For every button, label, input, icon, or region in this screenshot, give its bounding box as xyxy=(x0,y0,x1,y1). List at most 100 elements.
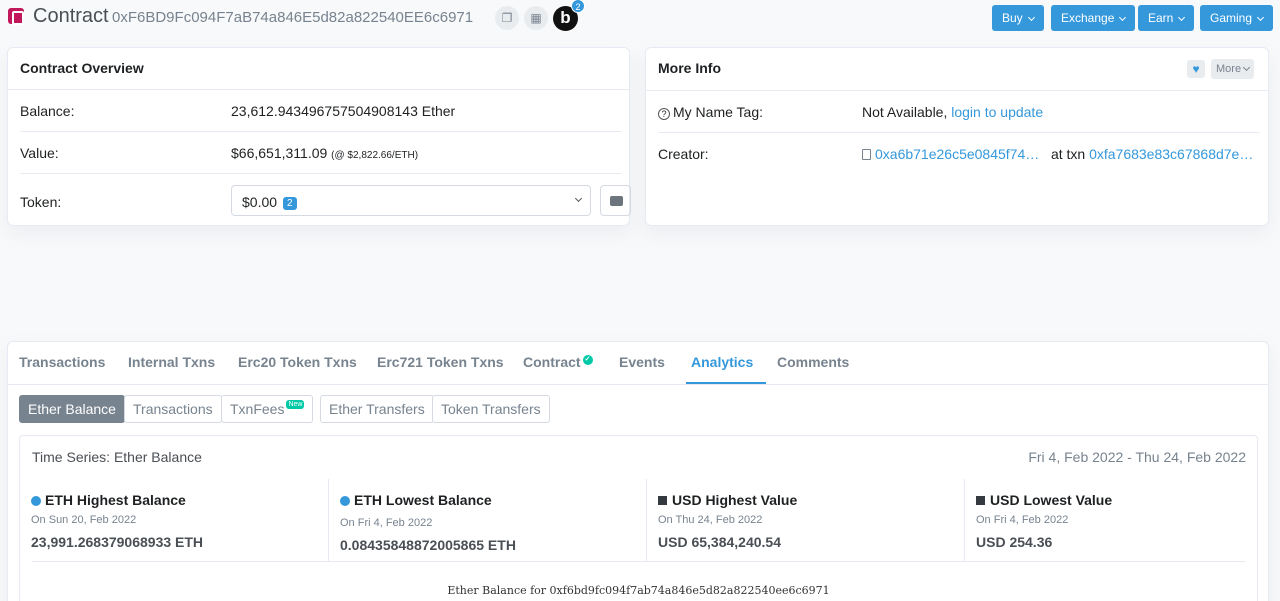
contract-address: 0xF6BD9Fc094F7aB74a846E5d82a822540EE6c69… xyxy=(112,9,474,26)
tab-contract-label: Contract xyxy=(523,354,581,370)
creator-at-txn: at txn xyxy=(1050,146,1086,162)
earn-label: Earn xyxy=(1148,11,1174,25)
dot-icon xyxy=(31,496,41,506)
blockscan-label: b xyxy=(560,8,571,27)
subtab-txnfees-label: TxnFees xyxy=(230,401,285,417)
login-to-update-link[interactable]: login to update xyxy=(951,104,1043,120)
file-icon xyxy=(862,149,871,160)
wallet-icon xyxy=(610,196,623,206)
gaming-label: Gaming xyxy=(1210,11,1253,25)
more-info-card: More Info ♥ More ? My Name Tag: Not Avail… xyxy=(645,47,1269,226)
creator-row: Creator: 0xa6b71e26c5e0845f74… at txn 0x… xyxy=(658,133,1260,175)
earn-menu-button[interactable]: Earn xyxy=(1138,5,1195,31)
stat-date: On Fri 4, Feb 2022 xyxy=(340,517,433,529)
token-count-badge: 2 xyxy=(283,197,297,210)
tab-transactions[interactable]: Transactions xyxy=(19,354,105,370)
stat-usd-lowest: USD Lowest Value On Fri 4, Feb 2022 USD … xyxy=(964,479,1258,561)
subtab-ether-transfers[interactable]: Ether Transfers xyxy=(320,395,434,423)
more-label: More xyxy=(1216,63,1242,75)
stat-eth-highest: ETH Highest Balance On Sun 20, Feb 2022 … xyxy=(20,479,338,561)
divider xyxy=(32,561,1245,562)
more-info-title: More Info xyxy=(646,48,1268,91)
stat-date: On Sun 20, Feb 2022 xyxy=(31,514,137,526)
name-tag-row: ? My Name Tag: Not Available, login to up… xyxy=(658,91,1260,133)
stat-eth-lowest: ETH Lowest Balance On Fri 4, Feb 2022 0.… xyxy=(328,479,646,561)
verified-check-icon: ✓ xyxy=(582,355,593,365)
stat-date: On Thu 24, Feb 2022 xyxy=(658,514,763,526)
value-amount-wrap: $66,651,311.09 (@ $2,822.66/ETH) xyxy=(231,145,418,161)
contract-icon xyxy=(8,8,24,25)
name-tag-value-wrap: Not Available, login to update xyxy=(862,104,1043,120)
wallet-button[interactable] xyxy=(600,185,631,216)
value-amount: $66,651,311.09 xyxy=(231,145,328,161)
token-row: Token: $0.00 2 xyxy=(20,174,631,216)
chart-caption: Ether Balance for 0xf6bd9fc094f7ab74a846… xyxy=(447,584,830,597)
name-tag-label-wrap: ? My Name Tag: xyxy=(658,104,763,120)
subtab-txnfees[interactable]: TxnFees New xyxy=(221,395,314,423)
tab-erc721-token-txns[interactable]: Erc721 Token Txns xyxy=(377,354,504,370)
tab-bar: Transactions Internal Txns Erc20 Token T… xyxy=(8,342,1268,385)
subtab-token-transfers[interactable]: Token Transfers xyxy=(432,395,550,423)
subtab-ether-balance[interactable]: Ether Balance xyxy=(19,395,125,423)
stat-label: ETH Highest Balance xyxy=(31,492,186,508)
creator-address-link[interactable]: 0xa6b71e26c5e0845f74… xyxy=(875,146,1039,162)
date-range: Fri 4, Feb 2022 - Thu 24, Feb 2022 xyxy=(1028,449,1246,465)
value-row: Value: $66,651,311.09 (@ $2,822.66/ETH) xyxy=(20,132,621,174)
token-value: $0.00 xyxy=(242,194,278,210)
qr-code-icon[interactable]: ▦ xyxy=(524,6,548,30)
tab-comments[interactable]: Comments xyxy=(777,354,849,370)
name-tag-value: Not Available, xyxy=(862,104,948,120)
analytics-panel: Time Series: Ether Balance Fri 4, Feb 20… xyxy=(19,435,1258,601)
creator-txn-link[interactable]: 0xfa7683e83c67868d7e… xyxy=(1089,146,1253,162)
creator-value: 0xa6b71e26c5e0845f74… at txn 0xfa7683e83… xyxy=(862,146,1253,162)
tab-erc20-token-txns[interactable]: Erc20 Token Txns xyxy=(238,354,357,370)
page-header: Contract 0xF6BD9Fc094F7aB74a846E5d82a822… xyxy=(0,0,1280,36)
name-tag-label: My Name Tag: xyxy=(673,104,763,120)
contract-overview-title: Contract Overview xyxy=(8,48,629,90)
stat-date: On Fri 4, Feb 2022 xyxy=(976,514,1069,526)
stat-label-text: USD Lowest Value xyxy=(990,492,1113,508)
tab-events[interactable]: Events xyxy=(619,354,665,370)
chevron-down-icon xyxy=(1027,13,1035,22)
creator-label: Creator: xyxy=(658,146,709,162)
stat-label-text: USD Highest Value xyxy=(672,492,798,508)
subtab-transactions[interactable]: Transactions xyxy=(124,395,222,423)
chevron-down-icon xyxy=(1119,13,1127,22)
value-rate: (@ $2,822.66/ETH) xyxy=(331,150,419,161)
token-holdings-dropdown[interactable]: $0.00 2 xyxy=(231,185,591,216)
page-title: Contract xyxy=(33,5,109,27)
tab-analytics[interactable]: Analytics xyxy=(691,354,753,370)
exchange-label: Exchange xyxy=(1061,11,1115,25)
balance-value: 23,612.943496757504908143 Ether xyxy=(231,103,456,119)
gaming-menu-button[interactable]: Gaming xyxy=(1200,5,1274,31)
more-dropdown-button[interactable]: More xyxy=(1211,59,1255,79)
chevron-down-icon xyxy=(574,194,583,203)
exchange-menu-button[interactable]: Exchange xyxy=(1051,5,1136,31)
value-label: Value: xyxy=(20,145,59,161)
contract-overview-card: Contract Overview Balance: 23,612.943496… xyxy=(7,47,631,226)
buy-label: Buy xyxy=(1002,11,1023,25)
balance-row: Balance: 23,612.943496757504908143 Ether xyxy=(20,90,621,132)
stat-label: USD Lowest Value xyxy=(976,492,1112,508)
tab-internal-txns[interactable]: Internal Txns xyxy=(128,354,215,370)
new-badge: New xyxy=(286,400,305,409)
stat-label-text: ETH Highest Balance xyxy=(45,492,186,508)
tabs-card: Transactions Internal Txns Erc20 Token T… xyxy=(7,341,1269,601)
active-tab-underline xyxy=(686,382,766,384)
copy-icon[interactable]: ❐ xyxy=(495,6,519,30)
chevron-down-icon xyxy=(1256,13,1265,22)
question-icon: ? xyxy=(658,108,670,120)
tab-contract[interactable]: Contract ✓ xyxy=(523,354,593,370)
time-series-title: Time Series: Ether Balance xyxy=(32,449,202,465)
heart-icon[interactable]: ♥ xyxy=(1187,60,1205,78)
notification-badge: 2 xyxy=(571,0,585,13)
stat-label: USD Highest Value xyxy=(658,492,797,508)
stat-label: ETH Lowest Balance xyxy=(340,492,492,508)
stat-value: USD 254.36 xyxy=(976,534,1053,550)
buy-menu-button[interactable]: Buy xyxy=(992,5,1044,31)
chevron-down-icon xyxy=(1178,13,1186,22)
stat-usd-highest: USD Highest Value On Thu 24, Feb 2022 US… xyxy=(646,479,964,561)
balance-label: Balance: xyxy=(20,103,75,119)
chevron-down-icon xyxy=(1243,63,1251,72)
stat-value: USD 65,384,240.54 xyxy=(658,534,781,550)
